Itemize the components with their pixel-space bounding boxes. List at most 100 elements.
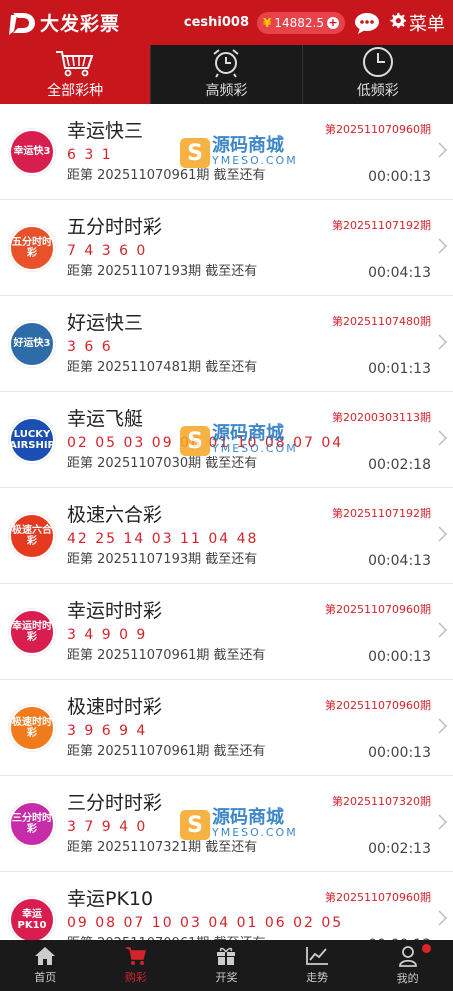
chevron-right-icon [438, 622, 448, 642]
countdown-timer: 00:01:13 [368, 361, 431, 377]
chevron-right-icon [438, 334, 448, 354]
lottery-row[interactable]: 五分时时彩 五分时时彩 7 4 3 6 0 距第 20251107193期 截至… [0, 200, 453, 296]
nav-label: 购彩 [124, 971, 147, 984]
lottery-logo-icon: 三分时时彩 [9, 800, 55, 847]
lottery-logo-icon: 好运快3 [9, 320, 55, 367]
lottery-row[interactable]: 三分时时彩 三分时时彩 3 7 9 4 0 距第 20251107321期 截至… [0, 776, 453, 872]
current-period: 第20251107192期 [332, 507, 431, 520]
home-icon [34, 946, 56, 969]
lottery-row[interactable]: 幸运快3 幸运快三 6 3 1 距第 202511070961期 截至还有 第2… [0, 104, 453, 200]
nav-item-gift[interactable]: 开奖 [181, 940, 272, 991]
brand-logo-icon [8, 8, 38, 38]
lottery-row[interactable]: LUCKY AIRSHIP 幸运飞艇 02 05 03 09 06 01 10 … [0, 392, 453, 488]
lottery-logo-icon: 幸运快3 [9, 128, 55, 175]
tab-label: 低频彩 [356, 83, 399, 99]
tab-high-frequency[interactable]: 高频彩 [151, 45, 303, 104]
nav-label: 开奖 [215, 971, 238, 984]
menu-button[interactable]: 菜单 [389, 10, 445, 36]
alarm-clock-icon [213, 49, 240, 78]
watermark: S 源码商城 YMESO.COM [180, 423, 298, 456]
currency-symbol: ¥ [263, 15, 272, 30]
brand[interactable]: 大发彩票 [8, 8, 120, 38]
chat-icon[interactable] [353, 9, 381, 37]
countdown-timer: 00:00:13 [368, 649, 431, 665]
watermark-logo-icon: S [180, 138, 210, 168]
countdown-timer: 00:02:18 [368, 457, 431, 473]
watermark-logo-icon: S [180, 426, 210, 456]
lottery-logo-icon: 幸运PK10 [9, 896, 55, 940]
lottery-row[interactable]: 幸运时时彩 幸运时时彩 3 4 9 0 9 距第 202511070961期 截… [0, 584, 453, 680]
cart-icon [125, 946, 147, 969]
top-header: 大发彩票 ceshi008 ¥ 14882.5 + 菜单 [0, 0, 453, 45]
lottery-row[interactable]: 好运快3 好运快三 3 6 6 距第 20251107481期 截至还有 第20… [0, 296, 453, 392]
current-period: 第20251107192期 [332, 219, 431, 232]
winning-numbers: 3 6 6 [67, 338, 113, 355]
nav-label: 走势 [306, 971, 329, 984]
balance-badge[interactable]: ¥ 14882.5 + [257, 11, 345, 34]
menu-label: 菜单 [409, 13, 445, 35]
current-period: 第202511070960期 [325, 699, 431, 712]
current-period: 第20200303113期 [332, 411, 431, 424]
countdown-timer: 00:02:13 [368, 841, 431, 857]
watermark-cn: 源码商城 [212, 807, 284, 828]
watermark-cn: 源码商城 [212, 423, 284, 444]
watermark: S 源码商城 YMESO.COM [180, 135, 298, 168]
username[interactable]: ceshi008 [184, 15, 249, 30]
current-period: 第202511070960期 [325, 603, 431, 616]
winning-numbers: 3 4 9 0 9 [67, 626, 148, 643]
nav-label: 首页 [34, 971, 57, 984]
winning-numbers: 3 9 6 9 4 [67, 722, 148, 739]
winning-numbers: 42 25 14 03 11 04 48 [67, 530, 259, 547]
user-icon [398, 945, 418, 970]
watermark: S 源码商城 YMESO.COM [180, 807, 298, 840]
chevron-right-icon [438, 430, 448, 450]
tab-label: 全部彩种 [47, 83, 104, 99]
current-period: 第202511070960期 [325, 123, 431, 136]
bottom-navigation: 首页 购彩 开奖 走势 我的 [0, 940, 453, 991]
countdown-timer: 00:00:13 [368, 745, 431, 761]
watermark-en: YMESO.COM [212, 154, 298, 167]
countdown-timer: 00:04:13 [368, 553, 431, 569]
current-period: 第202511070960期 [325, 891, 431, 904]
winning-numbers: 09 08 07 10 03 04 01 06 02 05 [67, 914, 344, 931]
watermark-en: YMESO.COM [212, 826, 298, 839]
current-period: 第20251107320期 [332, 795, 431, 808]
watermark-logo-icon: S [180, 810, 210, 840]
nav-item-user[interactable]: 我的 [362, 940, 453, 991]
tab-all-lotteries[interactable]: 全部彩种 [0, 45, 152, 104]
chevron-right-icon [438, 526, 448, 546]
nav-label: 我的 [396, 972, 419, 985]
gift-icon [215, 946, 237, 969]
nav-item-cart[interactable]: 购彩 [91, 940, 182, 991]
balance-amount: 14882.5 [274, 15, 324, 30]
chevron-right-icon [438, 238, 448, 258]
lottery-logo-icon: 极速时时彩 [9, 704, 55, 751]
winning-numbers: 7 4 3 6 0 [67, 242, 148, 259]
countdown-timer: 00:00:13 [368, 169, 431, 185]
current-period: 第20251107480期 [332, 315, 431, 328]
nav-item-trend-chart[interactable]: 走势 [272, 940, 363, 991]
lottery-list: 幸运快3 幸运快三 6 3 1 距第 202511070961期 截至还有 第2… [0, 104, 453, 940]
basket-icon [56, 51, 94, 77]
lottery-logo-icon: 极速六合彩 [9, 512, 55, 559]
lottery-row[interactable]: 极速时时彩 极速时时彩 3 9 6 9 4 距第 202511070961期 截… [0, 680, 453, 776]
lottery-logo-icon: LUCKY AIRSHIP [9, 416, 55, 463]
chevron-right-icon [438, 814, 448, 834]
watermark-en: YMESO.COM [212, 442, 298, 455]
watermark-cn: 源码商城 [212, 135, 284, 156]
category-tabs: 全部彩种 高频彩 低频彩 [0, 45, 453, 104]
lottery-logo-icon: 幸运时时彩 [9, 608, 55, 655]
clock-icon [362, 47, 393, 77]
trend-chart-icon [305, 946, 329, 969]
chevron-right-icon [438, 142, 448, 162]
lottery-row[interactable]: 极速六合彩 极速六合彩 42 25 14 03 11 04 48 距第 2025… [0, 488, 453, 584]
chevron-right-icon [438, 910, 448, 930]
notification-dot [421, 944, 431, 953]
chevron-right-icon [438, 718, 448, 738]
tab-low-frequency[interactable]: 低频彩 [303, 45, 453, 104]
add-funds-icon[interactable]: + [327, 16, 339, 29]
lottery-logo-icon: 五分时时彩 [9, 224, 55, 271]
countdown-timer: 00:04:13 [368, 265, 431, 281]
lottery-row[interactable]: 幸运PK10 幸运PK10 09 08 07 10 03 04 01 06 02… [0, 872, 453, 940]
nav-item-home[interactable]: 首页 [0, 940, 91, 991]
